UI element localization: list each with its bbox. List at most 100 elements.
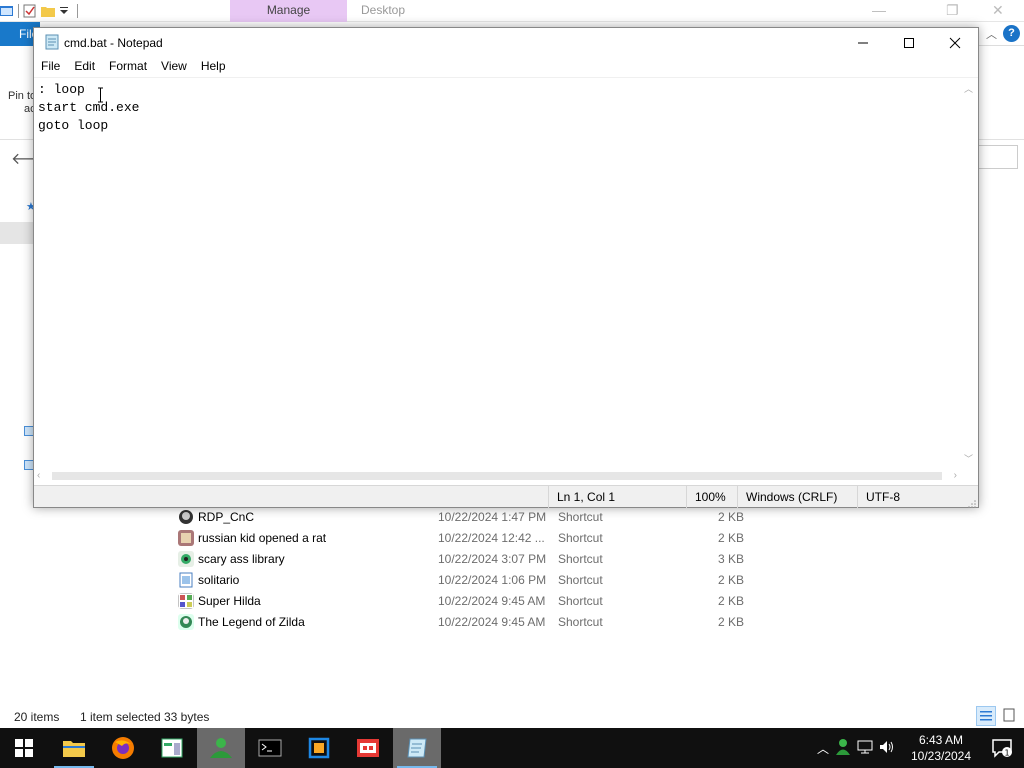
editor-content[interactable]: : loop start cmd.exe goto loop (38, 81, 139, 135)
explorer-minimize-icon[interactable]: — (872, 2, 886, 18)
tab-manage[interactable]: Manage (230, 0, 347, 22)
text-cursor-icon (97, 87, 104, 103)
list-item[interactable]: The Legend of Zilda 10/22/2024 9:45 AM S… (176, 611, 776, 632)
list-item[interactable]: russian kid opened a rat 10/22/2024 12:4… (176, 527, 776, 548)
menu-edit[interactable]: Edit (67, 57, 102, 77)
firefox-icon (112, 737, 134, 759)
resize-grip-icon[interactable] (968, 497, 976, 508)
maximize-button[interactable] (886, 28, 932, 57)
file-size: 2 KB (717, 615, 744, 629)
menu-format[interactable]: Format (102, 57, 154, 77)
system-menu-icon[interactable] (0, 4, 14, 18)
notification-center-button[interactable]: 1 (980, 728, 1024, 768)
user-status-icon[interactable] (834, 738, 856, 759)
file-type: Shortcut (558, 552, 603, 566)
list-item[interactable]: scary ass library 10/22/2024 3:07 PM Sho… (176, 548, 776, 569)
file-list: RDP_CnC 10/22/2024 1:47 PM Shortcut 2 KB… (176, 506, 776, 632)
search-input[interactable] (978, 145, 1018, 169)
notification-icon: 1 (992, 739, 1012, 758)
help-icon[interactable]: ? (1003, 25, 1020, 42)
new-folder-icon[interactable] (41, 4, 55, 18)
minimize-button[interactable] (840, 28, 886, 57)
text-editor-area[interactable]: : loop start cmd.exe goto loop ︿ ﹀ (34, 77, 978, 469)
customize-toolbar-icon[interactable] (59, 4, 73, 18)
file-type: Shortcut (558, 573, 603, 587)
cursor-position: Ln 1, Col 1 (548, 486, 686, 508)
taskbar-command-prompt[interactable] (246, 728, 294, 768)
network-icon[interactable] (856, 739, 878, 758)
scroll-down-icon[interactable]: ﹀ (964, 452, 973, 465)
file-type: Shortcut (558, 615, 603, 629)
terminal-icon (258, 739, 282, 757)
cube-icon (308, 737, 330, 759)
notepad-app-icon[interactable] (44, 34, 60, 50)
line-ending: Windows (CRLF) (737, 486, 857, 508)
scroll-up-icon[interactable]: ︿ (964, 82, 973, 95)
taskbar-app[interactable] (148, 728, 196, 768)
minimize-icon (858, 42, 868, 43)
chevron-up-icon[interactable]: ︿ (986, 26, 997, 42)
start-button[interactable] (0, 728, 48, 768)
clock-date: 10/23/2024 (910, 749, 972, 763)
details-view-icon[interactable] (976, 706, 996, 726)
folder-icon (63, 741, 85, 757)
shortcut-icon (178, 551, 194, 567)
file-name: The Legend of Zilda (198, 615, 305, 629)
file-type: Shortcut (558, 531, 603, 545)
notepad-titlebar[interactable]: cmd.bat - Notepad (34, 28, 978, 57)
taskbar-notepad[interactable] (393, 728, 441, 768)
window-app-icon (161, 738, 183, 758)
file-type: Shortcut (558, 594, 603, 608)
taskbar-virtualbox[interactable] (295, 728, 343, 768)
close-button[interactable] (932, 28, 978, 57)
vertical-scrollbar[interactable]: ︿ ﹀ (961, 78, 978, 469)
file-name: RDP_CnC (198, 510, 255, 524)
taskbar-green-app[interactable] (197, 728, 245, 768)
green-figure-icon (210, 738, 232, 758)
menu-help[interactable]: Help (194, 57, 233, 77)
media-window-icon (357, 739, 379, 757)
file-date: 10/22/2024 12:42 ... (438, 531, 545, 545)
chevron-up-icon[interactable]: ︿ (812, 740, 834, 757)
notepad-icon (407, 738, 427, 758)
list-item[interactable]: solitario 10/22/2024 1:06 PM Shortcut 2 … (176, 569, 776, 590)
horizontal-scrollbar[interactable]: ‹ › (34, 468, 961, 485)
notification-count: 1 (1004, 749, 1009, 758)
explorer-titlebar: Manage Desktop — ❐ ✕ (0, 0, 1024, 22)
selection-count: 1 item selected (80, 710, 161, 724)
ribbon-right-controls: ︿ ? (986, 25, 1020, 42)
taskbar-media-app[interactable] (344, 728, 392, 768)
file-size: 2 KB (717, 573, 744, 587)
large-icons-view-icon[interactable] (1000, 706, 1020, 726)
file-date: 10/22/2024 3:07 PM (438, 552, 547, 566)
menu-view[interactable]: View (154, 57, 194, 77)
explorer-close-icon[interactable]: ✕ (992, 2, 1004, 19)
file-name: solitario (198, 573, 240, 587)
item-count: 20 items (14, 710, 60, 724)
explorer-restore-icon[interactable]: ❐ (946, 2, 959, 19)
system-tray: ︿ (812, 728, 900, 768)
scrollbar-thumb[interactable] (52, 472, 942, 480)
notepad-status-bar: Ln 1, Col 1 100% Windows (CRLF) UTF-8 (34, 485, 978, 508)
pin-to-quick-access-button[interactable]: Pin to (8, 90, 36, 102)
selection-size: 33 bytes (164, 710, 210, 724)
shortcut-icon (178, 509, 194, 525)
windows-icon (15, 739, 33, 757)
list-item[interactable]: RDP_CnC 10/22/2024 1:47 PM Shortcut 2 KB (176, 506, 776, 527)
quick-access-toolbar (0, 3, 78, 19)
taskbar-firefox[interactable] (99, 728, 147, 768)
shortcut-icon (178, 572, 194, 588)
file-date: 10/22/2024 9:45 AM (438, 615, 546, 629)
menu-file[interactable]: File (34, 57, 67, 77)
properties-icon[interactable] (23, 4, 37, 18)
scroll-right-icon[interactable]: › (954, 470, 957, 481)
clock[interactable]: 6:43 AM 10/23/2024 (904, 732, 978, 764)
volume-icon[interactable] (878, 739, 900, 758)
maximize-icon (904, 37, 914, 48)
taskbar-file-explorer[interactable] (50, 728, 98, 768)
file-size: 2 KB (717, 594, 744, 608)
list-item[interactable]: Super Hilda 10/22/2024 9:45 AM Shortcut … (176, 590, 776, 611)
scroll-left-icon[interactable]: ‹ (37, 470, 40, 481)
file-name: russian kid opened a rat (198, 531, 327, 545)
separator (77, 4, 78, 18)
